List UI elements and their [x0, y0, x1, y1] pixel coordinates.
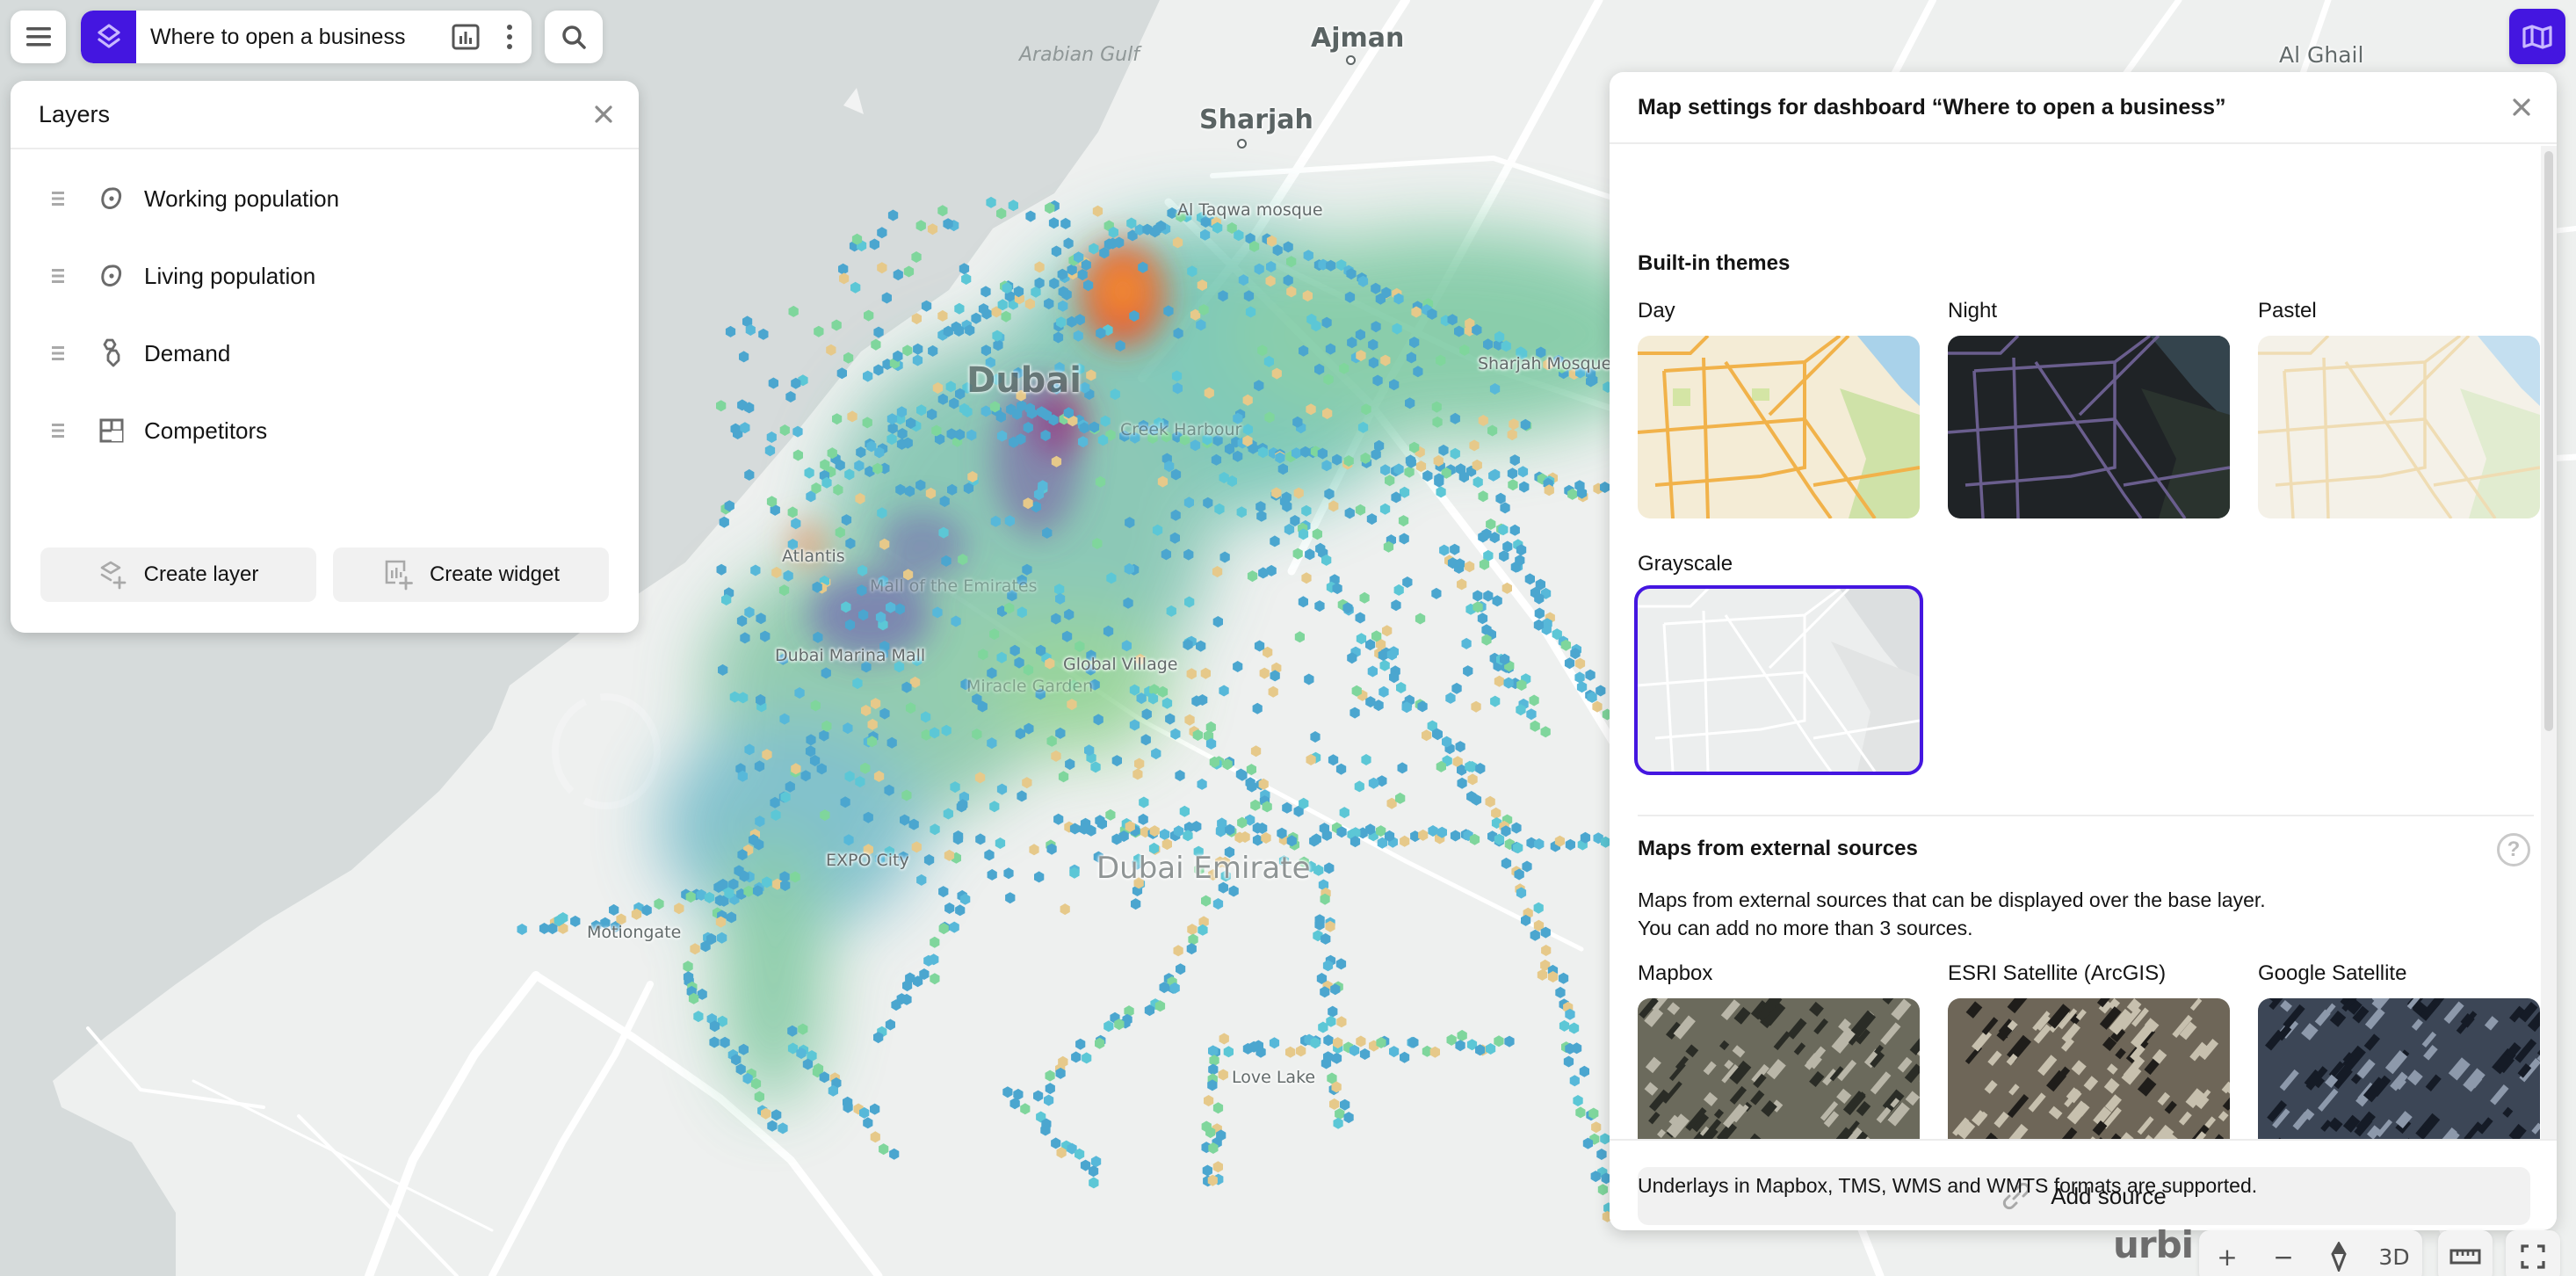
- source-google-thumbnail[interactable]: [2258, 998, 2540, 1139]
- map-icon: [2522, 24, 2552, 49]
- ruler-button[interactable]: [2438, 1234, 2493, 1276]
- zoom-out-button[interactable]: −: [2255, 1234, 2312, 1276]
- source-label-google: Google Satellite: [2258, 961, 2407, 985]
- search-button[interactable]: [545, 11, 603, 63]
- theme-night-thumbnail[interactable]: [1948, 336, 2230, 518]
- layers-toggle-button[interactable]: [81, 11, 136, 63]
- drag-handle-icon[interactable]: [49, 343, 67, 364]
- layers-panel-header: Layers: [11, 81, 639, 149]
- layer-name: Living population: [144, 262, 316, 289]
- create-widget-button[interactable]: Create widget: [333, 547, 609, 602]
- ruler-control: [2438, 1230, 2493, 1276]
- layer-name: Demand: [144, 339, 231, 366]
- hamburger-icon: [25, 27, 51, 47]
- theme-label-day: Day: [1638, 299, 1675, 323]
- external-sources-description: Maps from external sources that can be d…: [1638, 886, 2266, 942]
- compass-button[interactable]: [2312, 1234, 2366, 1276]
- drag-handle-icon[interactable]: [49, 265, 67, 286]
- source-label-esri: ESRI Satellite (ArcGIS): [1948, 961, 2167, 985]
- compass-icon: [2331, 1242, 2347, 1272]
- map-navigation-controls: + − 3D: [2199, 1230, 2422, 1276]
- builtin-themes-title: Built-in themes: [1638, 251, 1791, 275]
- description-line-2: You can add no more than 3 sources.: [1638, 917, 1973, 939]
- layer-item-working-population[interactable]: Working population: [11, 172, 639, 225]
- layer-item-living-population[interactable]: Living population: [11, 250, 639, 302]
- more-options-button[interactable]: [488, 11, 532, 63]
- close-map-settings-button[interactable]: [2506, 91, 2537, 123]
- map-settings-title: Map settings for dashboard “Where to ope…: [1638, 94, 2226, 120]
- close-layers-button[interactable]: [588, 98, 619, 130]
- create-layer-button[interactable]: Create layer: [40, 547, 316, 602]
- theme-label-grayscale: Grayscale: [1638, 552, 1733, 576]
- create-layer-label: Create layer: [143, 562, 259, 586]
- map-settings-header: Map settings for dashboard “Where to ope…: [1610, 72, 2557, 144]
- fullscreen-button[interactable]: [2506, 1234, 2560, 1276]
- ruler-icon: [2449, 1249, 2481, 1265]
- source-mapbox-thumbnail[interactable]: [1638, 998, 1920, 1139]
- layers-panel-title: Layers: [39, 100, 111, 127]
- hexagon-grid-icon: [97, 338, 127, 368]
- theme-label-night: Night: [1948, 299, 1998, 323]
- search-icon: [562, 25, 586, 49]
- toggle-3d-button[interactable]: 3D: [2366, 1234, 2422, 1276]
- dashboard-title-bar: Where to open a business: [81, 11, 532, 63]
- layer-name: Working population: [144, 185, 340, 212]
- drag-handle-icon[interactable]: [49, 188, 67, 209]
- add-widget-icon: [382, 559, 414, 591]
- map-settings-panel: Map settings for dashboard “Where to ope…: [1610, 72, 2557, 1230]
- source-esri-thumbnail[interactable]: [1948, 998, 2230, 1139]
- theme-day-thumbnail[interactable]: [1638, 336, 1920, 518]
- main-menu-button[interactable]: [11, 11, 66, 63]
- fullscreen-icon: [2521, 1244, 2545, 1269]
- map-settings-button[interactable]: [2509, 9, 2565, 64]
- urbi-logo: urbi: [2113, 1223, 2194, 1266]
- widgets-button[interactable]: [444, 11, 488, 63]
- help-icon[interactable]: ?: [2497, 833, 2530, 866]
- close-icon: [595, 105, 612, 123]
- create-widget-label: Create widget: [429, 562, 561, 586]
- formats-note: Underlays in Mapbox, TMS, WMS and WMTS f…: [1638, 1174, 2258, 1197]
- chart-widget-icon: [452, 24, 480, 50]
- layer-item-demand[interactable]: Demand: [11, 327, 639, 380]
- add-layer-icon: [98, 560, 128, 590]
- settings-scrollbar[interactable]: [2541, 146, 2557, 1139]
- heatmap-blob-icon: [97, 261, 127, 291]
- city-marker-sharjah: [1237, 139, 1247, 149]
- layer-name: Competitors: [144, 417, 268, 444]
- theme-grayscale-thumbnail[interactable]: [1634, 585, 1923, 775]
- layers-icon: [97, 24, 120, 48]
- close-icon: [2513, 98, 2530, 116]
- fullscreen-control: [2506, 1230, 2560, 1276]
- square-grid-icon: [97, 416, 127, 446]
- theme-pastel-thumbnail[interactable]: [2258, 336, 2540, 518]
- source-label-mapbox: Mapbox: [1638, 961, 1713, 985]
- dashboard-title[interactable]: Where to open a business: [150, 25, 444, 50]
- external-sources-title: Maps from external sources: [1638, 837, 1918, 860]
- zoom-in-button[interactable]: +: [2199, 1234, 2255, 1276]
- section-divider: [1638, 815, 2534, 816]
- layer-item-competitors[interactable]: Competitors: [11, 404, 639, 457]
- scrollbar-thumb[interactable]: [2544, 151, 2553, 731]
- more-vertical-icon: [507, 25, 512, 49]
- map-settings-scroll-area[interactable]: Built-in themes Day Night Pastel Graysca…: [1610, 146, 2544, 1139]
- heatmap-blob-icon: [97, 184, 127, 214]
- description-line-1: Maps from external sources that can be d…: [1638, 888, 2266, 911]
- city-marker-ajman: [1346, 55, 1356, 65]
- drag-handle-icon[interactable]: [49, 420, 67, 441]
- theme-label-pastel: Pastel: [2258, 299, 2317, 323]
- layers-panel: Layers Working population Living populat…: [11, 81, 639, 633]
